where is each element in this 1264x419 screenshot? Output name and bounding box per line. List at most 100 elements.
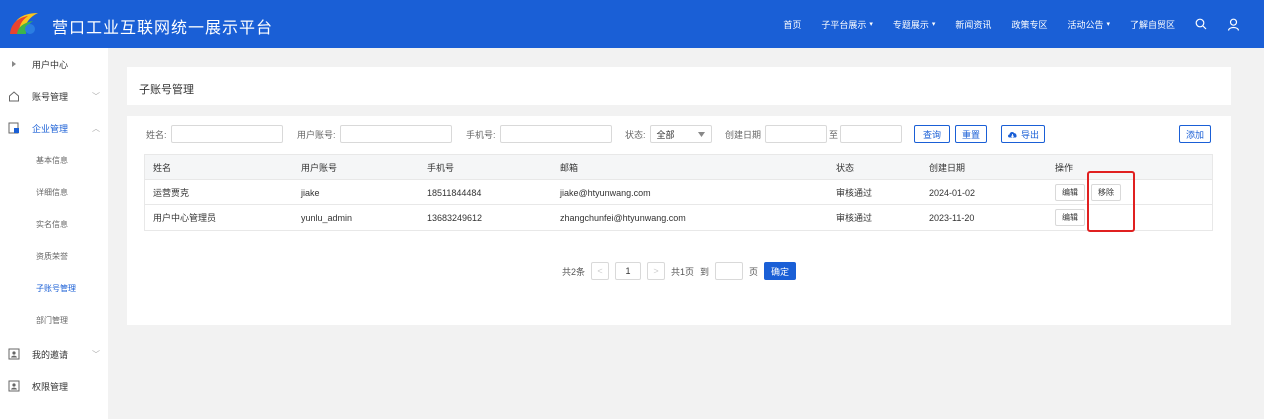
nav-ftz-label: 了解自贸区 [1129, 19, 1175, 30]
date-filter-label: 创建日期 [725, 129, 762, 140]
nav-topics-label: 专题展示 [892, 19, 929, 30]
name-input[interactable] [170, 125, 283, 143]
col-name: 姓名 [153, 163, 172, 173]
sidebar-sub-sub-accounts[interactable]: 子账号管理 [0, 272, 108, 304]
cell-phone: 18511844484 [427, 187, 482, 198]
filter-phone: 手机号: [466, 125, 612, 143]
name-filter-label: 姓名: [146, 129, 167, 140]
nav-events[interactable]: 活动公告 ▾ [1057, 18, 1120, 31]
nav-ftz[interactable]: 了解自贸区 [1120, 18, 1185, 31]
export-button[interactable]: 导出 [1001, 125, 1045, 143]
date-end-input[interactable] [840, 125, 903, 143]
cell-name: 运营贾克 [153, 188, 190, 198]
sidebar-item-label: 用户中心 [32, 59, 69, 70]
cell-phone: 13683249612 [427, 212, 483, 223]
filter-status: 状态: 全部 [625, 125, 712, 143]
sidebar-item-account[interactable]: 账号管理 ﹀ [0, 80, 108, 112]
main-nav: 首页 子平台展示 ▾ 专题展示 ▾ 新闻资讯 政策专区 活动公告 ▾ 了解自贸区 [773, 0, 1250, 48]
sidebar-item-label: 权限管理 [32, 381, 69, 392]
permission-icon [8, 380, 20, 392]
nav-events-label: 活动公告 [1067, 19, 1104, 30]
chevron-up-icon: ︿ [92, 123, 100, 133]
page-title-bar: 子账号管理 [127, 67, 1231, 105]
col-account: 用户账号 [301, 163, 338, 173]
top-header: 营口工业互联网统一展示平台 首页 子平台展示 ▾ 专题展示 ▾ 新闻资讯 政策专区 … [0, 0, 1264, 48]
platform-logo[interactable] [8, 10, 42, 38]
chevron-down-icon: ﹀ [92, 91, 100, 101]
phone-input[interactable] [499, 125, 612, 143]
sidebar-item-permission[interactable]: 权限管理 [0, 370, 108, 402]
nav-home-label: 首页 [783, 19, 802, 30]
nav-topics[interactable]: 专题展示 ▾ [883, 18, 946, 31]
goto-confirm-button[interactable]: 确定 [764, 262, 797, 280]
col-email: 邮箱 [560, 163, 579, 173]
edit-button[interactable]: 编辑 [1055, 184, 1085, 201]
cell-status: 审核通过 [836, 188, 873, 198]
sidebar-item-user-center[interactable]: 用户中心 [0, 48, 108, 80]
account-filter-label: 用户账号: [297, 129, 336, 140]
page-title: 子账号管理 [139, 84, 194, 96]
reset-button[interactable]: 重置 [955, 125, 987, 143]
nav-sub-platforms-label: 子平台展示 [821, 19, 867, 30]
cloud-download-icon [1007, 131, 1017, 138]
table-row: 运营贾克 jiake 18511844484 jiake@htyunwang.c… [145, 180, 1212, 205]
cell-date: 2023-11-20 [929, 212, 975, 223]
add-button[interactable]: 添加 [1179, 125, 1211, 143]
caret-down-icon [697, 129, 705, 139]
invite-icon [8, 348, 20, 360]
nav-home[interactable]: 首页 [773, 18, 811, 31]
col-actions: 操作 [1055, 163, 1074, 173]
filter-name: 姓名: [146, 125, 283, 143]
table-row: 用户中心管理员 yunlu_admin 13683249612 zhangchu… [145, 205, 1212, 230]
cell-account: yunlu_admin [301, 212, 353, 223]
sidebar-sub-department[interactable]: 部门管理 [0, 304, 108, 336]
caret-down-icon: ▾ [869, 21, 873, 28]
edit-button[interactable]: 编辑 [1055, 209, 1085, 226]
account-input[interactable] [339, 125, 452, 143]
sub-account-table: 姓名 用户账号 手机号 邮箱 状态 创建日期 操作 运营贾克 jiake 185… [144, 154, 1213, 231]
prev-page-button[interactable]: < [590, 262, 609, 280]
search-icon[interactable] [1185, 18, 1217, 30]
user-icon[interactable] [1217, 18, 1250, 31]
sidebar-sub-detail-info[interactable]: 详细信息 [0, 176, 108, 208]
col-phone: 手机号 [427, 163, 455, 173]
total-pages: 共1页 [670, 266, 694, 277]
chevron-down-icon: ﹀ [92, 349, 100, 359]
triangle-right-icon [8, 58, 20, 70]
sidebar-sub-real-name[interactable]: 实名信息 [0, 208, 108, 240]
goto-page-input[interactable] [715, 262, 743, 280]
date-start-input[interactable] [765, 125, 828, 143]
cell-name: 用户中心管理员 [153, 213, 217, 223]
status-select[interactable]: 全部 [649, 125, 712, 143]
sidebar-item-enterprise[interactable]: 企业管理 ︿ [0, 112, 108, 144]
goto-label: 到 [699, 266, 709, 277]
brand-title: 营口工业互联网统一展示平台 [52, 20, 274, 37]
sidebar-sub-basic-info[interactable]: 基本信息 [0, 144, 108, 176]
query-button[interactable]: 查询 [914, 125, 950, 143]
nav-news[interactable]: 新闻资讯 [945, 18, 1001, 31]
date-separator: 至 [829, 129, 839, 140]
sidebar: 用户中心 账号管理 ﹀ 企业管理 ︿ 基本信息 详细信息 实名信息 资质荣誉 子… [0, 48, 108, 419]
next-page-button[interactable]: > [646, 262, 665, 280]
home-icon [8, 90, 20, 102]
filter-date: 创建日期 至 [725, 125, 903, 143]
page-unit-label: 页 [749, 266, 759, 277]
sidebar-sub-qualification[interactable]: 资质荣誉 [0, 240, 108, 272]
sidebar-item-invite[interactable]: 我的邀请 ﹀ [0, 338, 108, 370]
enterprise-icon [8, 122, 20, 134]
pagination: 共2条 < 1 > 共1页 到 页 确定 [127, 262, 1231, 280]
filter-account: 用户账号: [297, 125, 452, 143]
caret-down-icon: ▾ [1106, 21, 1110, 28]
sidebar-item-label: 账号管理 [32, 91, 69, 102]
cell-email: zhangchunfei@htyunwang.com [560, 212, 686, 223]
table-header-row: 姓名 用户账号 手机号 邮箱 状态 创建日期 操作 [145, 155, 1212, 180]
page-number-current[interactable]: 1 [614, 262, 641, 280]
sidebar-item-label: 我的邀请 [32, 349, 69, 360]
caret-down-icon: ▾ [931, 21, 936, 28]
phone-filter-label: 手机号: [466, 129, 496, 140]
nav-policy[interactable]: 政策专区 [1001, 18, 1057, 31]
cell-actions: 编辑 [1055, 205, 1091, 230]
nav-news-label: 新闻资讯 [955, 19, 992, 30]
nav-sub-platforms[interactable]: 子平台展示 ▾ [811, 18, 883, 31]
cell-email: jiake@htyunwang.com [560, 187, 651, 198]
